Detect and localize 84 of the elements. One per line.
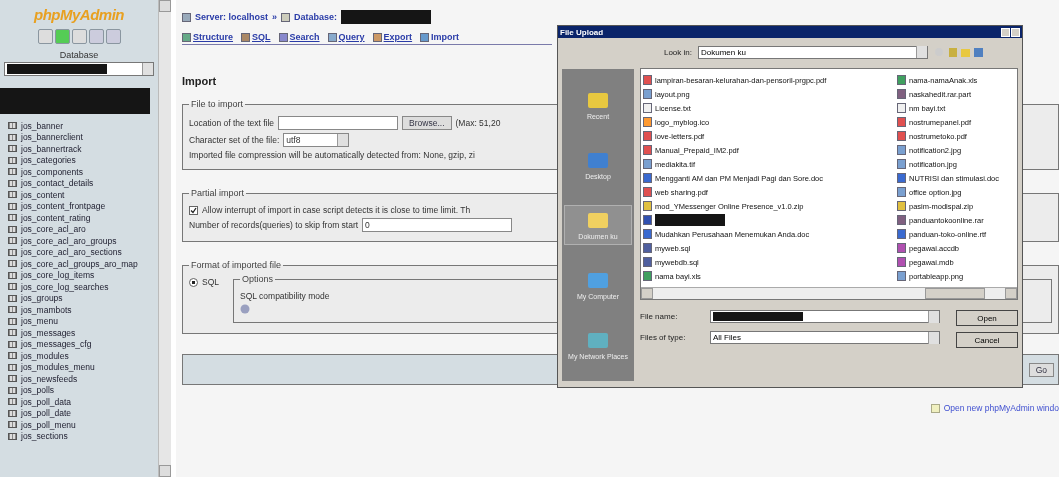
file-path-field[interactable]	[278, 116, 399, 130]
close-button[interactable]	[1011, 27, 1020, 37]
table-link[interactable]: jos_poll_date	[21, 408, 72, 419]
database-icon	[281, 12, 291, 22]
database-select[interactable]	[4, 62, 154, 76]
tab[interactable]: Import	[420, 32, 460, 42]
server-icon	[182, 12, 191, 22]
field-label: Location of the text file	[189, 118, 275, 128]
skip-count-field[interactable]: 0	[362, 218, 513, 232]
table-link[interactable]: jos_messages_cfg	[21, 339, 92, 350]
navigation-icons[interactable]	[934, 46, 984, 58]
help-button[interactable]	[1001, 27, 1010, 37]
table-link[interactable]: jos_core_acl_aro	[21, 224, 86, 235]
panel-legend: Partial import	[189, 188, 246, 198]
redaction-bar	[655, 214, 725, 226]
look-in-label: Look in:	[662, 47, 692, 57]
file-name-label: File name:	[640, 312, 679, 321]
table-link[interactable]: jos_components	[21, 166, 83, 177]
table-link[interactable]: jos_content_rating	[21, 212, 91, 223]
folder-icon	[587, 270, 609, 290]
tab[interactable]: Search	[278, 32, 320, 42]
database-link[interactable]: Database:	[294, 12, 338, 22]
breadcrumb-separator: »	[272, 12, 278, 22]
table-link[interactable]: jos_core_acl_aro_sections	[21, 247, 122, 258]
table-link[interactable]: jos_poll_menu	[21, 419, 76, 430]
table-link[interactable]: jos_modules	[21, 350, 69, 361]
table-link[interactable]: jos_banner	[21, 120, 64, 131]
charset-select[interactable]: utf8	[283, 133, 350, 147]
field-label: Number of records(queries) to skip from start	[189, 220, 359, 230]
file-name-field[interactable]	[710, 310, 940, 323]
database-label: Database	[59, 50, 99, 60]
file-type-select[interactable]: All Files	[710, 331, 940, 344]
table-link[interactable]: jos_core_acl_groups_aro_map	[21, 258, 138, 269]
table-link[interactable]: jos_polls	[21, 385, 55, 396]
folder-icon	[587, 210, 609, 230]
file-type-label: Files of type:	[640, 333, 687, 342]
tab[interactable]: Structure	[182, 32, 233, 42]
tab[interactable]: Export	[372, 32, 413, 42]
page-heading: Import	[182, 75, 217, 87]
table-link[interactable]: jos_content_frontpage	[21, 201, 106, 212]
dialog-button[interactable]: Open	[956, 310, 1018, 326]
folder-icon	[587, 90, 609, 110]
table-link[interactable]: jos_bannertrack	[21, 143, 82, 154]
dialog-title: File Upload	[560, 27, 604, 37]
table-link[interactable]: jos_groups	[21, 293, 63, 304]
radio-button[interactable]	[189, 277, 198, 287]
table-link[interactable]: jos_mambots	[21, 304, 72, 315]
go-button[interactable]: Go	[1028, 362, 1054, 377]
browse-button[interactable]: Browse...	[402, 116, 452, 130]
max-size-note: (Max: 51,20	[455, 118, 501, 128]
dialog-button[interactable]: Cancel	[956, 332, 1018, 348]
table-link[interactable]: jos_categories	[21, 155, 76, 166]
folder-icon	[587, 150, 609, 170]
tab[interactable]: SQL	[241, 32, 271, 42]
window-icon	[930, 403, 940, 413]
table-link[interactable]: jos_modules_menu	[21, 362, 95, 373]
new-window-link[interactable]: Open new phpMyAdmin windo	[943, 403, 1059, 413]
table-link[interactable]: jos_menu	[21, 316, 58, 327]
file-icon	[643, 215, 652, 225]
table-link[interactable]: jos_bannerclient	[21, 132, 83, 143]
server-link[interactable]: Server: localhost	[195, 12, 269, 22]
field-label: Character set of the file:	[189, 135, 280, 145]
compression-note: Imported file compression will be automatically detected from: None, gzip, zi	[189, 150, 475, 160]
table-link[interactable]: jos_contact_details	[21, 178, 94, 189]
look-in-select[interactable]: Dokumen ku	[698, 45, 928, 59]
table-link[interactable]: jos_sections	[21, 431, 68, 442]
table-link[interactable]: jos_core_log_searches	[21, 281, 109, 292]
table-link[interactable]: jos_messages	[21, 327, 76, 338]
scrollbar[interactable]	[158, 0, 171, 477]
panel-legend: Options	[240, 274, 276, 284]
panel-legend: File to import	[189, 99, 245, 109]
option-label: SQL compatibility mode	[240, 291, 330, 301]
horizontal-scrollbar[interactable]	[641, 287, 1017, 299]
tab[interactable]: Query	[327, 32, 365, 42]
checkbox[interactable]	[189, 205, 198, 215]
checkbox-label: Allow interrupt of import in case script detects it is close to time limit. Th	[202, 205, 471, 215]
radio-label: SQL	[202, 277, 219, 287]
panel-legend: Format of imported file	[189, 260, 284, 270]
table-link[interactable]: jos_content	[21, 189, 65, 200]
table-link[interactable]: jos_newsfeeds	[21, 373, 78, 384]
table-link[interactable]: jos_core_acl_aro_groups	[21, 235, 117, 246]
table-link[interactable]: jos_core_log_items	[21, 270, 95, 281]
folder-icon	[587, 330, 609, 350]
table-link[interactable]: jos_poll_data	[21, 396, 72, 407]
